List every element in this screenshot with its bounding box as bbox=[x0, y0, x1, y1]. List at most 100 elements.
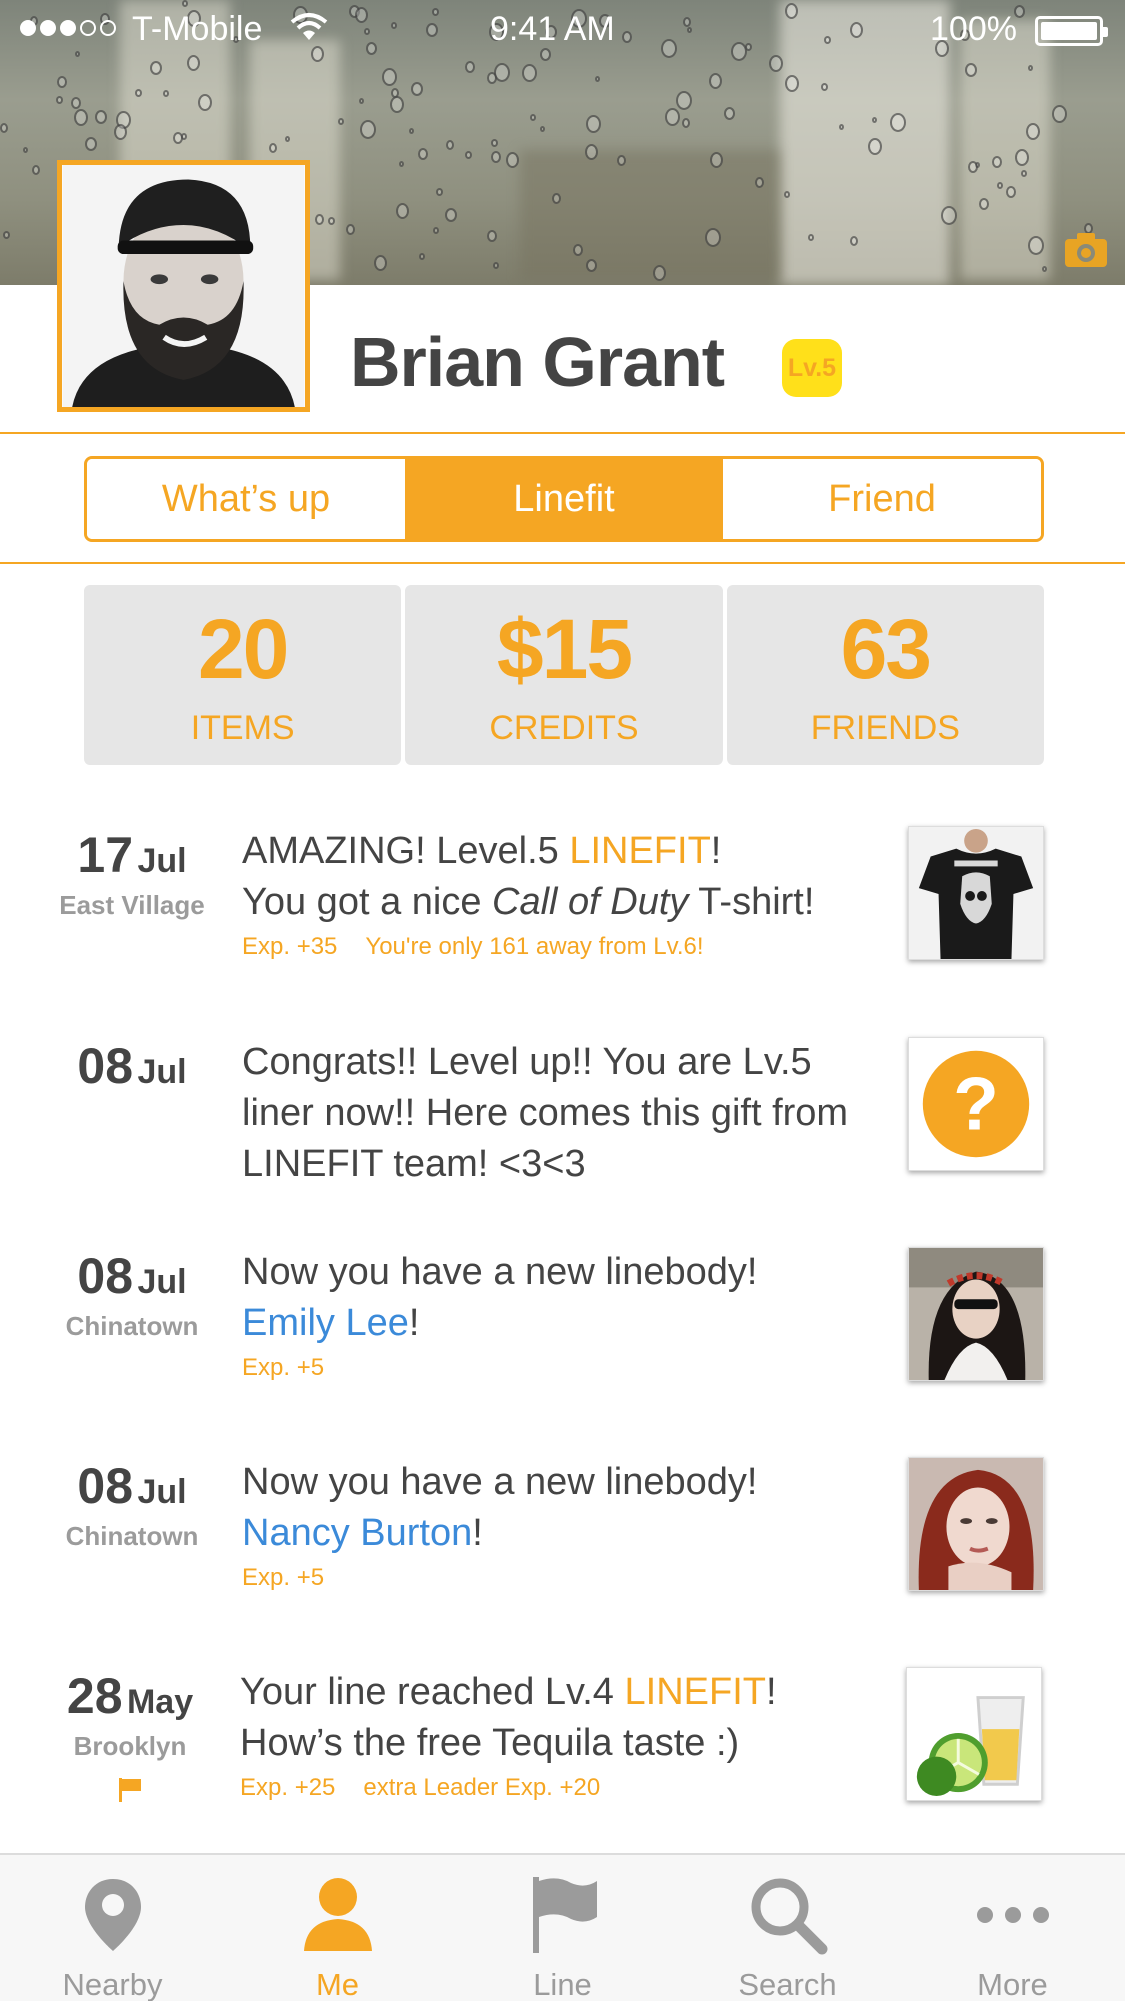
segmented-tabs: What’s up Linefit Friend bbox=[84, 456, 1044, 542]
tabbar-label: More bbox=[977, 1967, 1048, 2001]
feed-text: ! bbox=[472, 1512, 483, 1554]
feed-item[interactable]: 08 Jul Congrats!! Level up!! You are Lv.… bbox=[0, 1037, 1125, 1197]
svg-text:?: ? bbox=[953, 1062, 999, 1146]
tab-whats-up[interactable]: What’s up bbox=[87, 459, 405, 539]
raindrop bbox=[487, 72, 497, 84]
raindrop bbox=[617, 155, 626, 166]
tab-friend[interactable]: Friend bbox=[723, 459, 1041, 539]
raindrop bbox=[198, 94, 212, 111]
feed-location: Chinatown bbox=[65, 1521, 199, 1551]
raindrop bbox=[710, 152, 723, 168]
status-bar: T-Mobile 9:41 AM 100% bbox=[0, 0, 1125, 60]
raindrop bbox=[487, 230, 497, 242]
exp-gain: Exp. +25 bbox=[240, 1774, 336, 1801]
raindrop bbox=[173, 132, 183, 144]
raindrop bbox=[411, 82, 423, 96]
raindrop bbox=[1028, 65, 1033, 71]
feed-thumbnail[interactable] bbox=[908, 826, 1044, 960]
raindrop bbox=[269, 143, 277, 153]
feed-item[interactable]: 17 Jul East Village AMAZING! Level.5 LIN… bbox=[0, 826, 1125, 976]
feed-day: 08 bbox=[77, 1458, 134, 1514]
tequila-lime-photo bbox=[907, 1668, 1041, 1800]
tabbar-item-me[interactable]: Me bbox=[225, 1855, 450, 2001]
signal-strength-icon bbox=[20, 20, 116, 36]
profile-name: Brian Grant bbox=[350, 323, 725, 401]
raindrop bbox=[868, 138, 882, 155]
avatar[interactable] bbox=[57, 160, 310, 412]
feed-thumbnail[interactable] bbox=[906, 1667, 1042, 1801]
raindrop bbox=[409, 128, 414, 134]
exp-gain: Exp. +5 bbox=[242, 1564, 325, 1591]
raindrop bbox=[0, 123, 8, 133]
raindrop bbox=[755, 177, 764, 188]
tabbar-item-line[interactable]: Line bbox=[450, 1855, 675, 2001]
feed-date: 08 Jul Chinatown bbox=[52, 1457, 212, 1552]
nancy-burton-photo bbox=[909, 1458, 1043, 1590]
tabbar-item-search[interactable]: Search bbox=[675, 1855, 900, 2001]
feed-message: AMAZING! Level.5 LINEFIT! You got a nice… bbox=[242, 826, 882, 964]
raindrop bbox=[360, 120, 376, 139]
feed-message: Congrats!! Level up!! You are Lv.5 liner… bbox=[242, 1041, 849, 1185]
raindrop bbox=[374, 255, 387, 271]
tabbar-label: Nearby bbox=[62, 1967, 163, 2001]
raindrop bbox=[74, 109, 88, 126]
feed-location: Chinatown bbox=[65, 1311, 199, 1341]
stat-friends[interactable]: 63 FRIENDS bbox=[726, 585, 1044, 765]
exp-line: Exp. +25 extra Leader Exp. +20 bbox=[240, 1771, 880, 1805]
feed-day: 28 bbox=[66, 1668, 123, 1724]
feed-location: Brooklyn bbox=[73, 1731, 187, 1761]
raindrop bbox=[56, 96, 63, 104]
tab-bar: Nearby Me Line Search More bbox=[0, 1853, 1125, 2001]
feed-thumbnail[interactable]: ? bbox=[908, 1037, 1044, 1171]
raindrop bbox=[114, 124, 127, 140]
stat-label: FRIENDS bbox=[810, 709, 960, 747]
feed-month: Jul bbox=[137, 1263, 187, 1301]
raindrop bbox=[491, 151, 501, 163]
raindrop bbox=[315, 214, 324, 225]
friend-link[interactable]: Nancy Burton bbox=[242, 1512, 472, 1554]
feed-item[interactable]: 08 Jul Chinatown Now you have a new line… bbox=[0, 1247, 1125, 1397]
tabbar-item-nearby[interactable]: Nearby bbox=[0, 1855, 225, 2001]
feed-month: May bbox=[126, 1683, 194, 1721]
raindrop bbox=[391, 88, 399, 98]
raindrop bbox=[346, 224, 355, 235]
person-icon bbox=[303, 1878, 372, 1951]
linefit-highlight: LINEFIT bbox=[569, 830, 711, 872]
raindrop bbox=[135, 89, 142, 97]
raindrop bbox=[585, 144, 598, 160]
stat-value: $15 bbox=[496, 602, 633, 696]
feed-text: How’s the free Tequila taste :) bbox=[240, 1722, 740, 1764]
raindrop bbox=[95, 110, 107, 124]
stat-value: 20 bbox=[197, 602, 289, 696]
friend-link[interactable]: Emily Lee bbox=[242, 1302, 409, 1344]
raindrop bbox=[433, 227, 439, 234]
exp-line: Exp. +35 You're only 161 away from Lv.6! bbox=[242, 930, 882, 964]
raindrop bbox=[506, 152, 519, 168]
leader-flag-icon bbox=[119, 1778, 141, 1802]
camera-icon[interactable] bbox=[1064, 232, 1108, 268]
feed-item[interactable]: 08 Jul Chinatown Now you have a new line… bbox=[0, 1457, 1125, 1607]
raindrop bbox=[359, 98, 364, 104]
raindrop bbox=[676, 91, 692, 110]
raindrop bbox=[785, 75, 799, 92]
clock: 9:41 AM bbox=[490, 10, 615, 48]
stat-items[interactable]: 20 ITEMS bbox=[84, 585, 402, 765]
item-name: Call of Duty bbox=[492, 881, 689, 923]
tabbar-item-more[interactable]: More bbox=[900, 1855, 1125, 2001]
raindrop bbox=[396, 203, 409, 219]
raindrop bbox=[724, 107, 735, 120]
feed-item[interactable]: 28 May Brooklyn Your line reached Lv.4 L… bbox=[0, 1667, 1125, 1827]
raindrop bbox=[418, 148, 428, 160]
raindrop bbox=[530, 114, 536, 121]
feed-message: Now you have a new linebody! Nancy Burto… bbox=[242, 1457, 882, 1595]
raindrop bbox=[23, 147, 28, 153]
feed-thumbnail[interactable] bbox=[908, 1457, 1044, 1591]
feed-thumbnail[interactable] bbox=[908, 1247, 1044, 1381]
raindrop bbox=[595, 76, 600, 82]
raindrop bbox=[465, 151, 472, 159]
tab-linefit[interactable]: Linefit bbox=[405, 459, 723, 539]
raindrop bbox=[446, 140, 454, 150]
stat-credits[interactable]: $15 CREDITS bbox=[405, 585, 723, 765]
raindrop bbox=[992, 156, 1002, 168]
battery-icon bbox=[1035, 16, 1108, 46]
